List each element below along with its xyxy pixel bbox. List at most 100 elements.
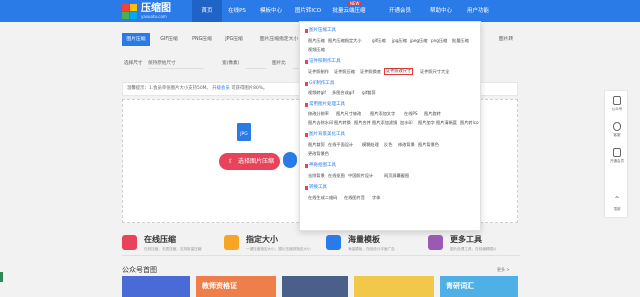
menu-item[interactable]: 修改背景 bbox=[398, 142, 415, 148]
feature-more-tools[interactable]: 更多工具 图片处理工具，在线编辑图片 bbox=[428, 233, 520, 261]
template-card[interactable] bbox=[122, 276, 190, 297]
feature-desc: 一键压缩指定大小，图片压缩到指定大小 bbox=[246, 247, 311, 251]
menu-item[interactable]: 在线平面设计 bbox=[328, 142, 353, 148]
nav-image-to-ico[interactable]: 图片转ICO bbox=[290, 0, 326, 22]
menu-section-background: 图片背景美化工具 bbox=[305, 132, 345, 138]
menu-item[interactable]: 视频压缩 bbox=[308, 47, 325, 53]
width-label: 宽(像素) bbox=[222, 61, 240, 66]
tab-image-compress[interactable]: 图片压缩 bbox=[122, 33, 150, 46]
size-label: 选择尺寸 bbox=[124, 61, 143, 66]
brand-domain: yasuotu.com bbox=[141, 14, 167, 19]
tab-jpg[interactable]: JPG压缩 bbox=[220, 33, 248, 46]
menu-item[interactable]: 在线抠图 bbox=[328, 173, 345, 179]
menu-item[interactable]: jpg压缩 bbox=[392, 38, 407, 44]
menu-item[interactable]: 更改背景色 bbox=[308, 151, 329, 157]
sidebar-service[interactable]: 客服 bbox=[605, 117, 629, 141]
menu-item[interactable]: 视频转gif bbox=[308, 90, 326, 96]
upload-icon: ⇧ bbox=[228, 158, 234, 165]
menu-item[interactable]: gif裁剪 bbox=[362, 90, 376, 96]
menu-item[interactable]: 在线PS bbox=[404, 111, 418, 117]
notice-text: 温馨提示：1.会员单张图片大小支持50M。 bbox=[127, 86, 211, 91]
menu-item[interactable]: 图片背景色 bbox=[418, 142, 439, 148]
tab-png[interactable]: PNG压缩 bbox=[188, 33, 216, 46]
menu-item[interactable]: 图片转换 bbox=[334, 120, 351, 126]
headset-icon bbox=[613, 122, 621, 131]
menu-item[interactable]: 模糊处理 bbox=[362, 142, 379, 148]
menu-item[interactable]: 去除背景 bbox=[308, 173, 325, 179]
upgrade-link[interactable]: 升级会员 bbox=[212, 86, 230, 91]
compress-icon bbox=[122, 235, 137, 250]
menu-item[interactable]: 图片加字 bbox=[418, 120, 435, 126]
arrow-up-icon: ⌃ bbox=[613, 195, 621, 204]
sidebar-wechat[interactable]: 公众号 bbox=[605, 91, 629, 115]
menu-item[interactable]: 图片旋转 bbox=[424, 111, 441, 117]
menu-item[interactable]: 图片尺寸修改 bbox=[336, 111, 361, 117]
menu-item[interactable]: 图片合并 bbox=[354, 120, 371, 126]
logo-mark-icon bbox=[122, 4, 137, 19]
nav-user[interactable]: 用户功能 bbox=[462, 0, 494, 22]
nav-help[interactable]: 帮助中心 bbox=[424, 0, 458, 22]
feature-desc: 在线压缩，无损压缩，支持批量压缩 bbox=[144, 247, 202, 251]
menu-item[interactable]: 证件照制作 bbox=[308, 69, 329, 75]
menu-item[interactable]: 图片去除水印 bbox=[308, 120, 333, 126]
width-input[interactable] bbox=[246, 59, 266, 69]
select-image-label: 选择图片压缩 bbox=[237, 158, 274, 165]
menu-item[interactable]: png压缩 bbox=[431, 38, 447, 44]
tab-gif[interactable]: GIF压缩 bbox=[156, 33, 182, 46]
feature-title: 指定大小 bbox=[246, 235, 278, 244]
menu-item[interactable]: 网页屏幕截图 bbox=[384, 173, 409, 179]
ratio-label: 图片比 bbox=[272, 61, 286, 66]
nav-online-ps[interactable]: 在线PS bbox=[222, 0, 252, 22]
qrcode-icon bbox=[613, 96, 621, 105]
select-image-button[interactable]: ⇧ 选择图片压缩 bbox=[219, 153, 280, 170]
nav-vip[interactable]: 开通会员 bbox=[384, 0, 416, 22]
menu-section-id-photo: 证件照制作工具 bbox=[305, 59, 341, 65]
template-cards: 教师资格证 青研词汇 bbox=[122, 276, 518, 297]
sidebar-top[interactable]: ⌃ 顶部 bbox=[605, 191, 629, 215]
menu-item[interactable]: 图片压缩指定大小 bbox=[328, 38, 362, 44]
nav-home[interactable]: 首页 bbox=[192, 0, 222, 22]
menu-item[interactable]: 证件照压缩 bbox=[334, 69, 355, 75]
menu-item[interactable]: 多图合成gif bbox=[332, 90, 354, 96]
template-card[interactable] bbox=[354, 276, 434, 297]
vip-icon bbox=[613, 148, 621, 157]
menu-item[interactable]: 反色 bbox=[384, 142, 392, 148]
menu-item[interactable]: 图片清晰度 bbox=[436, 120, 457, 126]
size-value: 保持原始尺寸 bbox=[148, 61, 176, 66]
feature-desc: 海量模板，在线设计平面广告 bbox=[348, 247, 395, 251]
menu-item[interactable]: 中国照片设计 bbox=[348, 173, 373, 179]
menu-item[interactable]: 图片裁剪 bbox=[308, 142, 325, 148]
more-tools-icon bbox=[428, 235, 443, 250]
template-card[interactable]: 教师资格证 bbox=[196, 276, 276, 297]
menu-item[interactable]: gif压缩 bbox=[372, 38, 386, 44]
sidebar-vip[interactable]: 开通会员 bbox=[605, 143, 629, 167]
size-select[interactable]: 保持原始尺寸 bbox=[148, 59, 204, 69]
template-card[interactable] bbox=[282, 276, 348, 297]
jpg-file-icon: JPG bbox=[237, 123, 251, 141]
floating-sidebar: 公众号 客服 开通会员 ⌃ 顶部 bbox=[604, 90, 628, 218]
menu-item[interactable]: 图片添加滤镜 bbox=[372, 120, 397, 126]
menu-item[interactable]: 图片转ico bbox=[460, 120, 479, 126]
feature-title: 更多工具 bbox=[450, 235, 482, 244]
cloud-upload-icon[interactable] bbox=[283, 152, 297, 168]
menu-item[interactable]: 图片添加文字 bbox=[370, 111, 395, 117]
menu-item[interactable]: 批量压缩 bbox=[452, 38, 469, 44]
menu-item[interactable]: 证件照换底 bbox=[360, 69, 381, 75]
more-link[interactable]: 更多 > bbox=[497, 267, 510, 273]
menu-item[interactable]: 字体 bbox=[372, 195, 380, 201]
menu-item[interactable]: 在线图片音 bbox=[344, 195, 365, 201]
menu-item[interactable]: jpeg压缩 bbox=[410, 38, 427, 44]
menu-item[interactable]: 加水印 bbox=[400, 120, 413, 126]
menu-section-gif: GIF制作工具 bbox=[305, 81, 334, 87]
menu-item-highlighted[interactable]: 证件照改尺寸 bbox=[384, 68, 414, 75]
menu-item[interactable]: 证件照尺寸大全 bbox=[420, 69, 449, 75]
nav-templates[interactable]: 模板中心 bbox=[254, 0, 288, 22]
menu-item[interactable]: 修改分辨率 bbox=[308, 111, 329, 117]
menu-item[interactable]: 图片压缩 bbox=[308, 38, 325, 44]
tab-size[interactable]: 图片压缩指定大小 bbox=[256, 33, 302, 46]
feature-title: 在线压缩 bbox=[144, 235, 176, 244]
menu-item[interactable]: 在线生成二维码 bbox=[308, 195, 337, 201]
side-tab[interactable] bbox=[0, 272, 3, 282]
template-card[interactable]: 青研词汇 bbox=[440, 276, 518, 297]
tab-convert[interactable]: 图片转 bbox=[494, 33, 518, 46]
